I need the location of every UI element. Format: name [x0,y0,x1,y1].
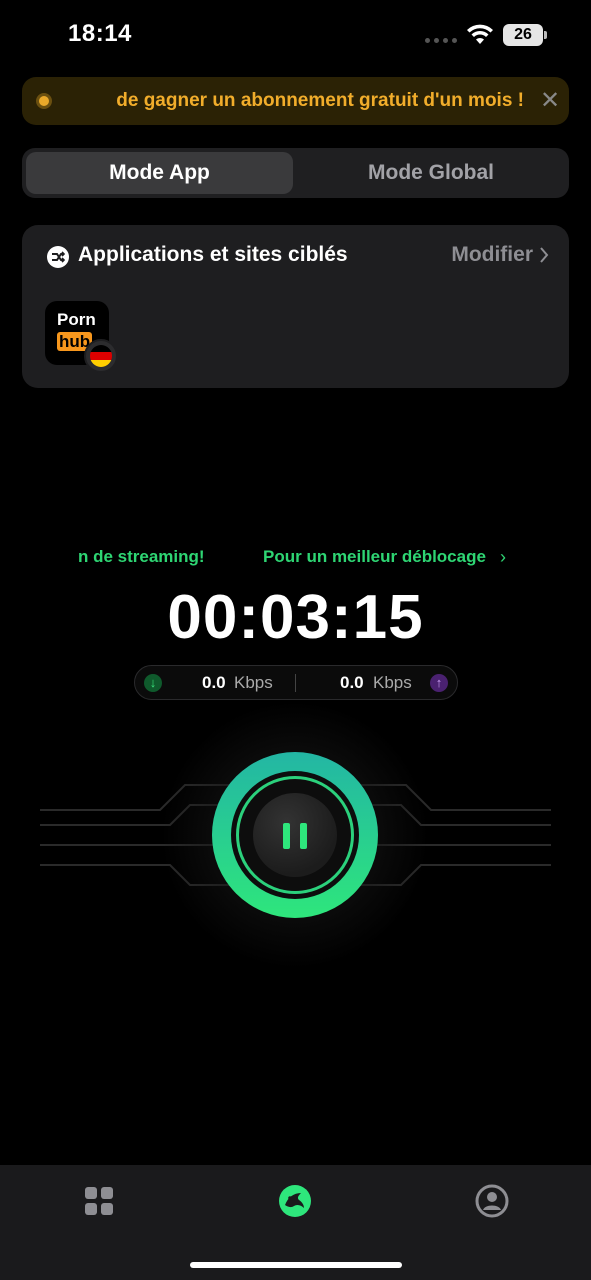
power-inner [231,771,359,899]
tab-mode-global[interactable]: Mode Global [297,152,565,194]
promo-dot-icon [36,93,52,109]
upload-unit: Kbps [373,673,412,692]
promo-banner[interactable]: de gagner un abonnement gratuit d'un moi… [22,77,569,125]
mode-toggle: Mode App Mode Global [22,148,569,198]
pause-icon [253,793,337,877]
battery-cap [544,31,547,39]
tab-mode-app[interactable]: Mode App [26,152,293,194]
upload-arrow-icon: ↑ [430,674,448,692]
upload-value: 0.0 [340,673,364,692]
modify-label: Modifier [451,243,533,266]
close-icon[interactable]: ✕ [534,85,566,117]
streaming-ticker[interactable]: n de streaming! Pour un meilleur débloca… [78,542,518,572]
connection-timer: 00:03:15 [167,583,424,652]
pause-bar-left [283,823,290,849]
connect-toggle-button[interactable] [212,752,378,918]
targets-title: Applications et sites ciblés [78,243,348,266]
chevron-right-icon [540,247,549,263]
promo-text: de gagner un abonnement gratuit d'un moi… [116,90,524,111]
speed-divider [295,674,296,692]
modify-button[interactable]: Modifier [451,243,549,267]
targeted-apps-card: Applications et sites ciblés Modifier Po… [22,225,569,388]
home-indicator [190,1262,402,1268]
apps-grid-icon[interactable] [81,1183,117,1219]
home-logo-icon[interactable] [277,1183,313,1219]
chevron-right-icon[interactable]: › [500,542,506,572]
download-unit: Kbps [234,673,273,692]
pause-bar-right [300,823,307,849]
cellular-signal-icon [425,38,457,43]
ticker-text-1: n de streaming! [78,547,205,566]
germany-flag-icon [84,339,118,373]
battery-icon: 26 [503,24,543,46]
status-bar: 18:14 26 [0,0,591,70]
download-value: 0.0 [202,673,226,692]
status-time: 18:14 [68,20,132,47]
wifi-icon [467,24,493,44]
split-tunnel-icon [47,246,69,268]
app-logo-top: Porn [57,310,96,329]
ticker-text-2: Pour un meilleur déblocage [263,547,486,566]
speed-indicator: ↓ 0.0 Kbps 0.0 Kbps ↑ [134,665,458,700]
download-arrow-icon: ↓ [144,674,162,692]
account-icon[interactable] [474,1183,510,1219]
